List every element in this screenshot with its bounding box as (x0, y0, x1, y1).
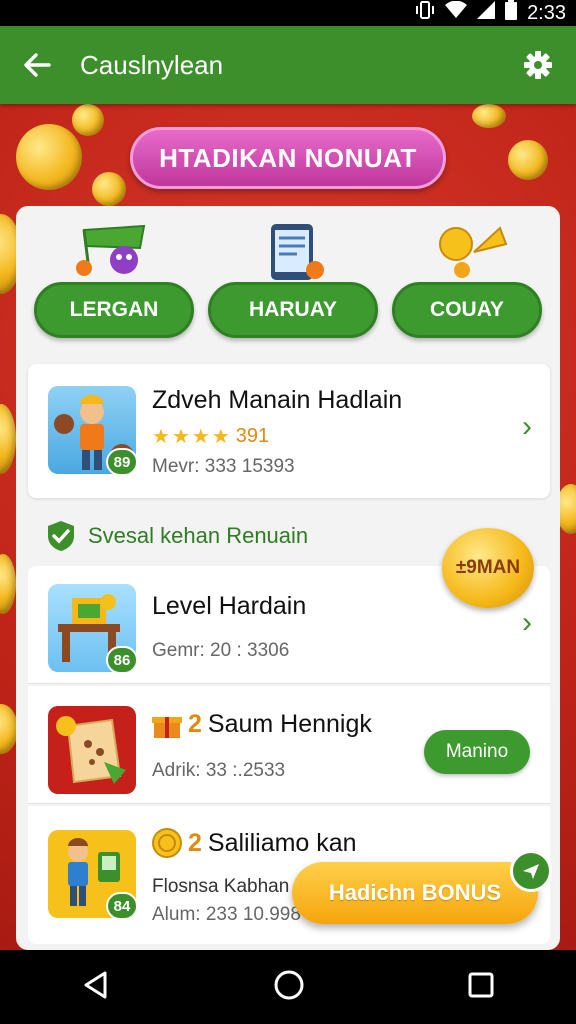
coin-icon (16, 124, 82, 190)
gear-icon (524, 51, 552, 79)
list-meta: Gemr: 20 : 3306 (152, 640, 290, 661)
bonus-close-button[interactable] (510, 850, 552, 892)
app-bar: Causlnylean (0, 26, 576, 104)
settings-button[interactable] (500, 26, 576, 104)
list-prefix: 2 (188, 828, 202, 857)
tablet-icon (271, 224, 324, 280)
manino-button[interactable]: Manino (424, 730, 530, 774)
list-meta: Adrik: 33 :.2533 (152, 760, 286, 781)
status-time: 2:33 (527, 1, 566, 24)
back-button[interactable] (0, 26, 74, 104)
arrow-back-icon (24, 53, 51, 77)
list-title-row: 2 Saum Hennigk (152, 710, 372, 739)
list-title: Level Hardain (152, 592, 307, 620)
chevron-right-icon[interactable]: › (522, 606, 532, 640)
nav-back-button[interactable] (81, 970, 111, 1005)
verified-shield-icon (48, 521, 74, 551)
category-haruay-label: HARUAY (208, 282, 378, 338)
rating-row: ★ ★ ★ ★ 391 (152, 424, 269, 449)
section-label: Svesal kehan Renuain (88, 523, 309, 548)
featured-badge: 89 (106, 448, 136, 474)
chevron-right-icon[interactable]: › (522, 410, 532, 444)
list-thumbnail: 84 (48, 830, 136, 918)
circle-home-icon (274, 970, 304, 999)
featured-meta: Mevr: 333 15393 (152, 456, 295, 477)
vibrate-icon (415, 0, 435, 26)
triangle-back-icon (84, 971, 107, 998)
category-haruay[interactable]: HARUAY (208, 222, 378, 338)
gold-promo-badge[interactable]: ±9MAN (442, 528, 534, 608)
list-title: Saum Hennigk (207, 710, 372, 738)
list-thumbnail (48, 706, 136, 794)
section-header: Svesal kehan Renuain (46, 520, 308, 552)
star-icon: ★ (152, 426, 170, 448)
list-title-row: 2 Saliliamo kan (152, 828, 357, 858)
featured-card[interactable]: 89 Zdveh Manain Hadlain ★ ★ ★ ★ 391 Mevr… (28, 364, 550, 498)
promo-banner-button[interactable]: HTADIKAN NONUAT (130, 127, 446, 189)
page-title: Causlnylean (80, 49, 224, 80)
coin-icon (0, 554, 16, 614)
list-meta: Alum: 233 10.998 (152, 904, 301, 925)
system-nav-bar (0, 950, 576, 1024)
featured-thumbnail: 89 (48, 386, 136, 474)
nav-home-button[interactable] (273, 969, 305, 1006)
coin-icon (72, 104, 104, 136)
coin-icon (92, 172, 126, 206)
star-icon: ★ (171, 426, 190, 448)
bread-illustration (56, 716, 126, 784)
category-lergan-label: LERGAN (34, 282, 194, 338)
square-recents-icon (468, 972, 494, 997)
rating-value: 391 (235, 425, 270, 447)
list-thumbnail: 86 (48, 584, 136, 672)
list-subtitle: Flosnsa Kabhan (152, 876, 290, 897)
coin-icon (0, 404, 16, 474)
coin-icon (152, 828, 182, 858)
bonus-button[interactable]: Hadichn BONUS (292, 862, 538, 924)
featured-title: Zdveh Manain Hadlain (152, 386, 403, 414)
list-title: Saliliamo kan (207, 828, 357, 857)
paper-plane-icon (523, 864, 539, 879)
battery-icon (505, 0, 518, 26)
category-couay-label: COUAY (392, 282, 542, 338)
category-lergan[interactable]: LERGAN (34, 222, 194, 338)
flag-ornament-icon (76, 224, 146, 276)
wifi-icon (445, 0, 468, 25)
category-couay[interactable]: COUAY (392, 222, 542, 338)
signal-icon (477, 1, 496, 25)
status-bar: 2:33 (0, 0, 576, 26)
coin-icon (508, 140, 548, 180)
gift-box-icon (152, 716, 182, 738)
star-icon: ★ (191, 426, 210, 448)
list-badge: 84 (106, 892, 136, 918)
list-prefix: 2 (188, 710, 202, 738)
list-badge: 86 (106, 646, 136, 672)
trophy-horn-icon (439, 226, 508, 278)
coin-icon (472, 104, 506, 128)
star-icon: ★ (211, 426, 230, 448)
nav-recents-button[interactable] (467, 971, 495, 1004)
